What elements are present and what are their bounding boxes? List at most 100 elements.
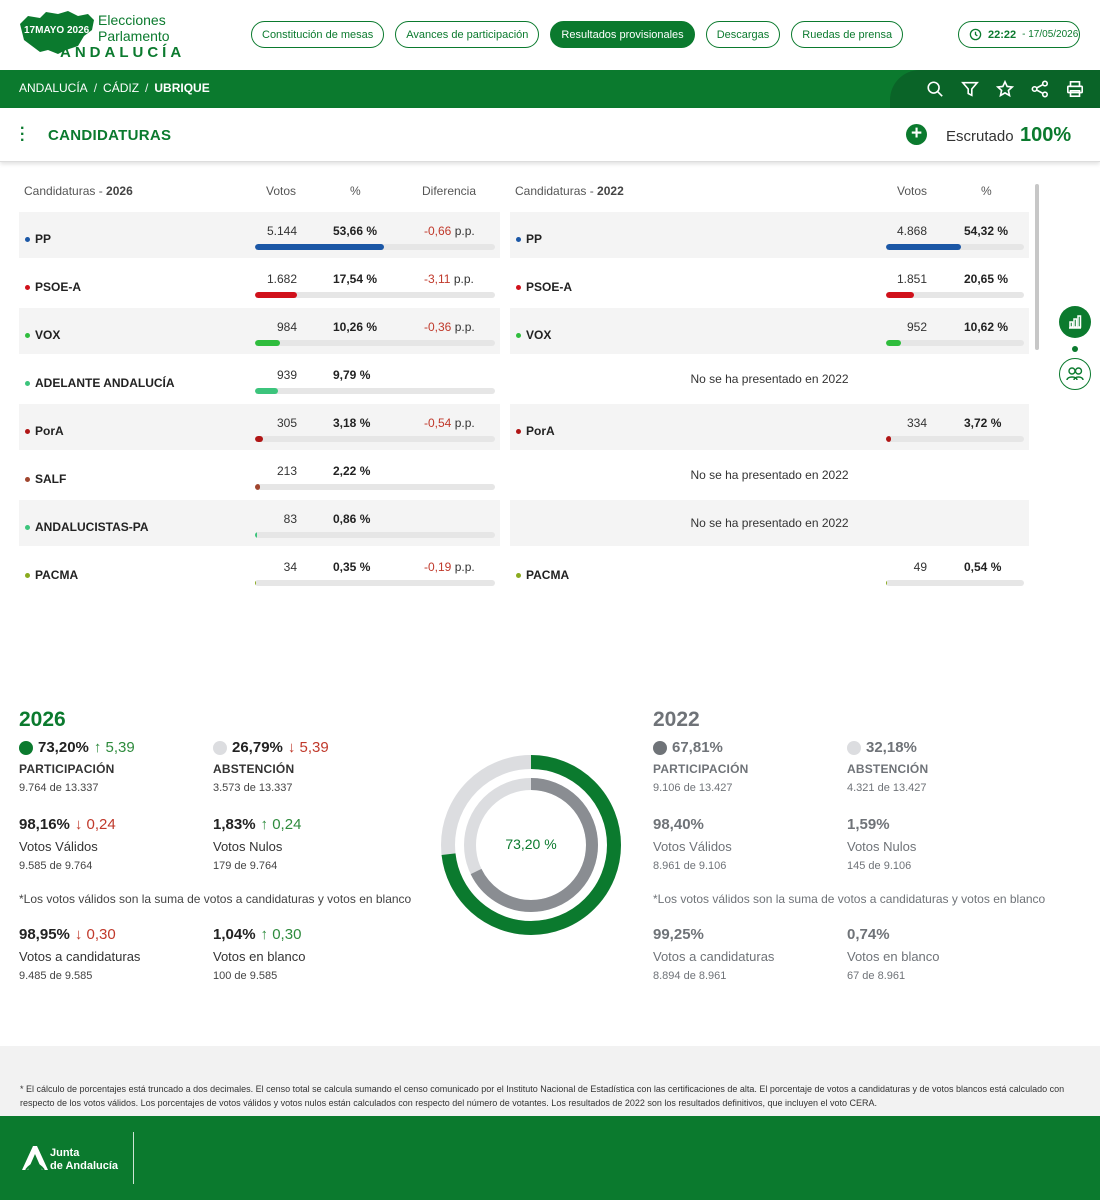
- expand-plus-icon[interactable]: +: [906, 124, 927, 145]
- participation-delta: ↑ 5,39: [93, 739, 135, 756]
- year-2022-title: 2022: [653, 708, 700, 731]
- party-name: PACMA: [516, 568, 569, 582]
- blank-label: Votos en blanco: [213, 949, 306, 964]
- nav-descargas[interactable]: Descargas: [705, 21, 781, 48]
- party-label: ANDALUCISTAS-PA: [35, 520, 149, 534]
- participation-label: PARTICIPACIÓN: [19, 762, 115, 776]
- table-scrollbar[interactable]: [1035, 184, 1039, 350]
- share-icon[interactable]: [1031, 80, 1049, 98]
- not-presented-text: No se ha presentado en 2022: [690, 516, 849, 530]
- valid-votes-2026: 98,16% ↓ 0,24 Votos Válidos 9.585 de 9.76…: [19, 816, 116, 872]
- nav-resultados-provisionales[interactable]: Resultados provisionales: [550, 21, 695, 48]
- footer: Junta de Andalucía: [0, 1116, 1100, 1200]
- vote-bar: [255, 532, 495, 538]
- breadcrumb-bar: ANDALUCÍA / CÁDIZ / UBRIQUE: [0, 70, 1100, 108]
- diff-value: -0,36: [424, 320, 452, 334]
- diff-unit: p.p.: [454, 416, 475, 430]
- table-row[interactable]: ADELANTE ANDALUCÍA 939 9,79 %: [19, 356, 500, 402]
- table-row[interactable]: No se ha presentado en 2022: [510, 452, 1029, 498]
- vote-bar-fill: [886, 436, 892, 442]
- star-icon[interactable]: [996, 80, 1014, 98]
- vote-bar: [886, 436, 1024, 442]
- party-votes: 305: [276, 416, 297, 430]
- vote-bar-fill: [886, 292, 915, 298]
- table-row[interactable]: PACMA 49 0,54 %: [510, 548, 1029, 594]
- party-pct: 17,54 %: [333, 272, 378, 286]
- party-votes: 1.851: [896, 272, 927, 286]
- candidates-votes-2022: 99,25% Votos a candidaturas 8.894 de 8.9…: [653, 926, 774, 982]
- party-pct: 3,18 %: [333, 416, 371, 430]
- null-pct: 1,83%: [213, 816, 256, 833]
- print-icon[interactable]: [1066, 80, 1084, 98]
- valid-label: Votos Válidos: [19, 839, 98, 854]
- party-color-dot: [516, 284, 521, 290]
- party-name: PSOE-A: [25, 280, 81, 294]
- table-row[interactable]: PACMA 34 0,35 % -0,19 p.p.: [19, 548, 500, 594]
- blank-detail: 67 de 8.961: [847, 970, 906, 982]
- party-label: SALF: [35, 472, 67, 486]
- party-label: VOX: [35, 328, 61, 342]
- party-name: PorA: [25, 424, 64, 438]
- participation-detail: 9.764 de 13.337: [19, 782, 99, 794]
- null-votes-2022: 1,59% Votos Nulos 145 de 9.106: [847, 816, 916, 872]
- group-icon[interactable]: [1059, 358, 1091, 390]
- table-row[interactable]: PorA 305 3,18 % -0,54 p.p.: [19, 404, 500, 450]
- elections-logo[interactable]: 17MAYO 2026 Elecciones Parlamento ANDALU…: [18, 8, 188, 64]
- vote-bar-fill: [255, 580, 256, 586]
- bar-chart-icon[interactable]: [1059, 306, 1091, 338]
- party-votes: 4.868: [896, 224, 927, 238]
- table-row[interactable]: No se ha presentado en 2022: [510, 500, 1029, 546]
- blank-pct: 0,74%: [847, 926, 890, 943]
- party-label: PACMA: [35, 568, 79, 582]
- filter-icon[interactable]: [961, 80, 979, 98]
- party-color-dot: [25, 476, 30, 482]
- breadcrumb-andalucia[interactable]: ANDALUCÍA: [19, 81, 88, 95]
- table-row[interactable]: No se ha presentado en 2022: [510, 356, 1029, 402]
- table-row[interactable]: PP 5.144 53,66 % -0,66 p.p.: [19, 212, 500, 258]
- party-votes: 213: [276, 464, 297, 478]
- valid-detail: 9.585 de 9.764: [19, 860, 93, 872]
- party-pct: 20,65 %: [964, 272, 1009, 286]
- logo-date: 17MAYO 2026: [24, 25, 90, 36]
- table-row[interactable]: PSOE-A 1.682 17,54 % -3,11 p.p.: [19, 260, 500, 306]
- table-row[interactable]: PP 4.868 54,32 %: [510, 212, 1029, 258]
- participation-pct: 73,20%: [38, 739, 89, 756]
- vote-bar-fill: [886, 244, 961, 250]
- update-clock[interactable]: 22:22 - 17/05/2026: [958, 21, 1080, 48]
- table-2022-header: Candidaturas - 2022: [515, 184, 624, 198]
- party-color-dot: [25, 524, 30, 530]
- diff-unit: p.p.: [453, 272, 474, 286]
- table-row[interactable]: VOX 984 10,26 % -0,36 p.p.: [19, 308, 500, 354]
- diff-value: -0,66: [424, 224, 452, 238]
- vote-bar: [255, 388, 495, 394]
- table-row[interactable]: PorA 334 3,72 %: [510, 404, 1029, 450]
- nav-constitucion-mesas[interactable]: Constitución de mesas: [251, 21, 385, 48]
- search-icon[interactable]: [926, 80, 944, 98]
- party-pct: 0,86 %: [333, 512, 371, 526]
- participation-pct: 67,81%: [672, 739, 723, 756]
- abstention-dot-icon: [213, 740, 227, 755]
- table-row[interactable]: SALF 213 2,22 %: [19, 452, 500, 498]
- nav-avances-participacion[interactable]: Avances de participación: [395, 21, 540, 48]
- table-row[interactable]: VOX 952 10,62 %: [510, 308, 1029, 354]
- participation-2022: 67,81% PARTICIPACIÓN 9.106 de 13.427: [653, 739, 749, 794]
- participation-2026: 73,20% ↑ 5,39 PARTICIPACIÓN 9.764 de 13.3…: [19, 739, 135, 794]
- breadcrumb-cadiz[interactable]: CÁDIZ: [103, 81, 139, 95]
- candidates-votes-2026: 98,95% ↓ 0,30 Votos a candidaturas 9.485 …: [19, 926, 140, 982]
- table-row[interactable]: ANDALUCISTAS-PA 83 0,86 %: [19, 500, 500, 546]
- vote-bar-fill: [886, 340, 901, 346]
- table-row[interactable]: PSOE-A 1.851 20,65 %: [510, 260, 1029, 306]
- junta-andalucia-logo-icon[interactable]: [20, 1144, 50, 1172]
- party-diff: -0,36 p.p.: [424, 320, 475, 334]
- candidaturas-section-header: · · · CANDIDATURAS + Escrutado 100%: [0, 108, 1100, 162]
- party-color-dot: [516, 236, 521, 242]
- abstention-pct: 32,18%: [866, 739, 917, 756]
- breadcrumb-separator: /: [145, 81, 149, 95]
- nav-ruedas-prensa[interactable]: Ruedas de prensa: [791, 21, 904, 48]
- abstention-2022: 32,18% ABSTENCIÓN 4.321 de 13.427: [847, 739, 928, 794]
- more-vertical-icon[interactable]: · · ·: [20, 121, 28, 149]
- participation-dot-icon: [19, 740, 33, 755]
- footer-line-1: Junta: [50, 1147, 80, 1159]
- breadcrumb: ANDALUCÍA / CÁDIZ / UBRIQUE: [19, 81, 210, 95]
- party-votes: 34: [283, 560, 297, 574]
